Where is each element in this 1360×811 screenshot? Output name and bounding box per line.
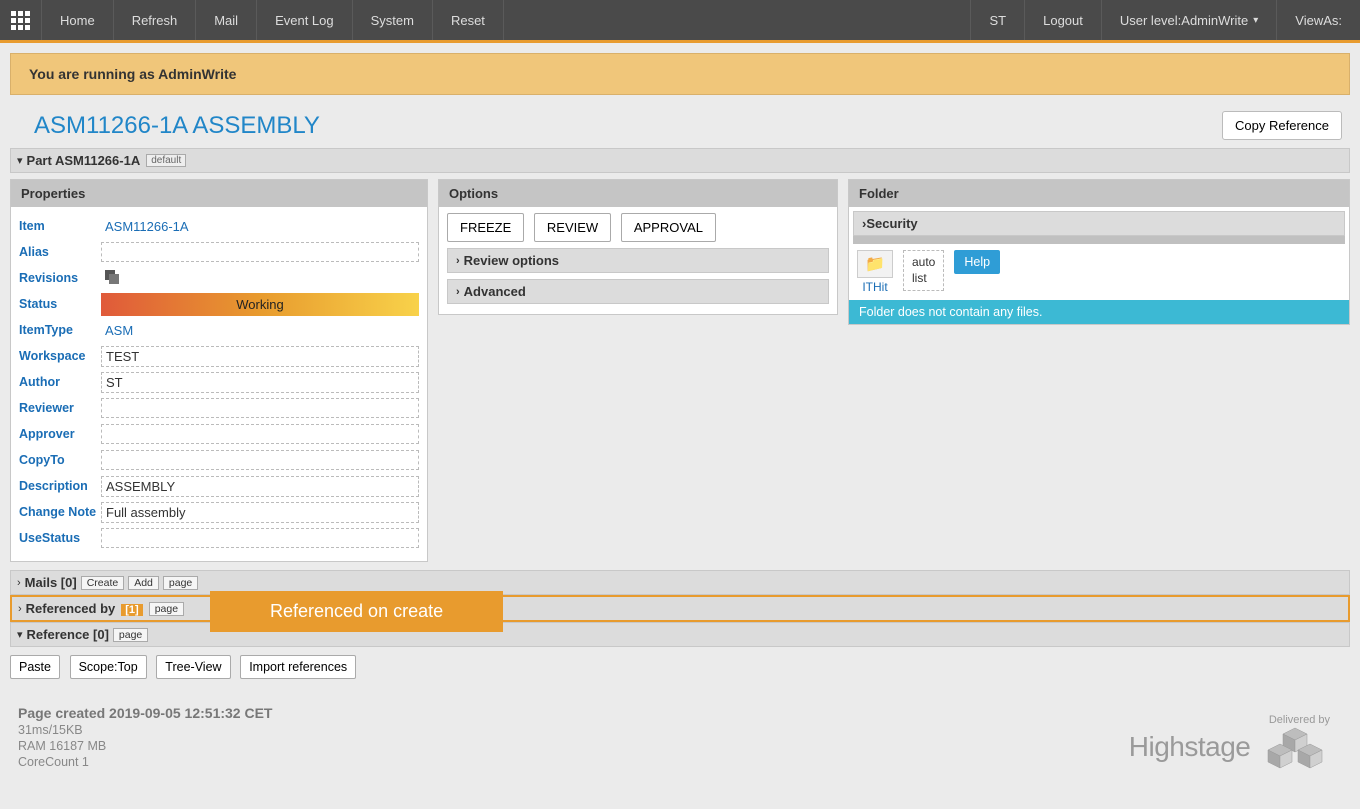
mails-create-button[interactable]: Create xyxy=(81,576,125,590)
chevron-right-icon: › xyxy=(456,286,460,298)
value-alias[interactable] xyxy=(101,242,419,262)
label-author[interactable]: Author xyxy=(19,375,101,389)
label-approver[interactable]: Approver xyxy=(19,427,101,441)
review-button[interactable]: REVIEW xyxy=(534,213,611,242)
refby-page-button[interactable]: page xyxy=(149,602,184,616)
reference-label: Reference [0] xyxy=(27,627,109,642)
label-revisions[interactable]: Revisions xyxy=(19,271,101,285)
freeze-button[interactable]: FREEZE xyxy=(447,213,524,242)
part-section-header: ▾ Part ASM11266-1A default xyxy=(10,148,1350,173)
admin-banner: You are running as AdminWrite xyxy=(10,53,1350,95)
label-reviewer[interactable]: Reviewer xyxy=(19,401,101,415)
nav-event-log[interactable]: Event Log xyxy=(257,0,353,40)
options-header: Options xyxy=(439,180,837,207)
mails-add-button[interactable]: Add xyxy=(128,576,159,590)
chevron-down-icon: ▾ xyxy=(1253,15,1258,26)
label-changenote[interactable]: Change Note xyxy=(19,505,101,519)
nav-user-level[interactable]: User level:AdminWrite ▾ xyxy=(1101,0,1276,40)
tree-view-button[interactable]: Tree-View xyxy=(156,655,230,679)
security-header[interactable]: ›Security xyxy=(853,211,1345,236)
value-author[interactable]: ST xyxy=(101,372,419,393)
value-copyto[interactable] xyxy=(101,450,419,470)
folder-panel: Folder ›Security 📁 ITHit auto list Help … xyxy=(848,179,1350,325)
value-description[interactable]: ASSEMBLY xyxy=(101,476,419,497)
nav-mail[interactable]: Mail xyxy=(196,0,257,40)
label-description[interactable]: Description xyxy=(19,479,101,493)
reference-toolbar: Paste Scope:Top Tree-View Import referen… xyxy=(10,647,1350,683)
nav-system[interactable]: System xyxy=(353,0,433,40)
value-approver[interactable] xyxy=(101,424,419,444)
refby-count: [1] xyxy=(121,604,142,616)
label-usestatus[interactable]: UseStatus xyxy=(19,531,101,545)
value-changenote[interactable]: Full assembly xyxy=(101,502,419,523)
top-nav: Home Refresh Mail Event Log System Reset… xyxy=(0,0,1360,40)
value-itemtype[interactable]: ASM xyxy=(101,321,419,340)
folder-icon[interactable]: 📁 xyxy=(857,250,893,278)
value-workspace[interactable]: TEST xyxy=(101,346,419,367)
chevron-right-icon[interactable]: › xyxy=(18,603,22,615)
annotation-callout: Referenced on create xyxy=(210,591,503,632)
value-reviewer[interactable] xyxy=(101,398,419,418)
nav-user-short[interactable]: ST xyxy=(970,0,1024,40)
ithit-link[interactable]: ITHit xyxy=(862,280,887,294)
scope-button[interactable]: Scope:Top xyxy=(70,655,147,679)
chevron-down-icon[interactable]: ▾ xyxy=(17,154,23,167)
part-section-label: Part ASM11266-1A xyxy=(27,153,141,168)
options-panel: Options FREEZE REVIEW APPROVAL ›Review o… xyxy=(438,179,838,315)
nav-refresh[interactable]: Refresh xyxy=(114,0,197,40)
label-copyto[interactable]: CopyTo xyxy=(19,453,101,467)
value-usestatus[interactable] xyxy=(101,528,419,548)
label-item[interactable]: Item xyxy=(19,219,101,233)
properties-header: Properties xyxy=(11,180,427,207)
nav-view-as[interactable]: ViewAs: xyxy=(1276,0,1360,40)
folder-strip xyxy=(853,236,1345,244)
apps-grid-icon xyxy=(11,11,30,30)
properties-panel: Properties ItemASM11266-1A Alias Revisio… xyxy=(10,179,428,562)
apps-button[interactable] xyxy=(0,0,42,40)
chevron-right-icon[interactable]: › xyxy=(17,577,21,589)
mails-page-button[interactable]: page xyxy=(163,576,198,590)
approval-button[interactable]: APPROVAL xyxy=(621,213,716,242)
chevron-down-icon[interactable]: ▾ xyxy=(17,628,23,641)
copy-reference-button[interactable]: Copy Reference xyxy=(1222,111,1342,140)
revisions-icon xyxy=(105,270,121,284)
reference-page-button[interactable]: page xyxy=(113,628,148,642)
default-tag[interactable]: default xyxy=(146,154,186,167)
value-revisions[interactable] xyxy=(101,268,419,289)
paste-button[interactable]: Paste xyxy=(10,655,60,679)
nav-home[interactable]: Home xyxy=(42,0,114,40)
label-itemtype[interactable]: ItemType xyxy=(19,323,101,337)
label-workspace[interactable]: Workspace xyxy=(19,349,101,363)
auto-list-box[interactable]: auto list xyxy=(903,250,944,291)
help-button[interactable]: Help xyxy=(954,250,1000,274)
review-options-header[interactable]: ›Review options xyxy=(447,248,829,273)
chevron-right-icon: › xyxy=(456,255,460,267)
import-references-button[interactable]: Import references xyxy=(240,655,356,679)
refby-label: Referenced by xyxy=(26,601,116,616)
status-badge: Working xyxy=(101,293,419,316)
folder-empty-msg: Folder does not contain any files. xyxy=(849,300,1349,324)
value-item[interactable]: ASM11266-1A xyxy=(101,217,419,236)
label-status[interactable]: Status xyxy=(19,297,101,311)
label-alias[interactable]: Alias xyxy=(19,245,101,259)
page-footer: Page created 2019-09-05 12:51:32 CET 31m… xyxy=(10,683,1350,799)
page-title: ASM11266-1A ASSEMBLY xyxy=(34,112,320,140)
mails-label: Mails [0] xyxy=(25,575,77,590)
nav-logout[interactable]: Logout xyxy=(1024,0,1101,40)
footer-logo: Delivered by Highstage xyxy=(1129,714,1330,779)
nav-reset[interactable]: Reset xyxy=(433,0,504,40)
cubes-icon xyxy=(1260,726,1330,779)
advanced-header[interactable]: ›Advanced xyxy=(447,279,829,304)
folder-header: Folder xyxy=(849,180,1349,207)
